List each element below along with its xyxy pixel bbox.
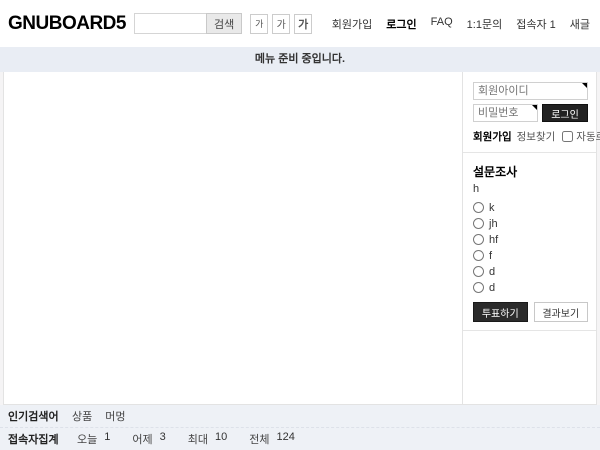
- visitor-stats-row: 접속자집계 오늘 1 어제 3 최대 10 전체 124: [0, 427, 600, 450]
- font-size-small-button[interactable]: 가: [250, 14, 268, 34]
- font-size-large-button[interactable]: 가: [294, 14, 312, 34]
- top-nav: 회원가입 로그인 FAQ 1:1문의 접속자 1 새글: [332, 16, 590, 32]
- stat-yesterday: 어제 3: [132, 431, 165, 447]
- nav-new-posts-link[interactable]: 새글: [570, 16, 590, 32]
- menu-placeholder-bar: 메뉴 준비 중입니다.: [0, 47, 600, 72]
- visitor-stats-title: 접속자집계: [8, 431, 68, 447]
- header-search: 검색: [134, 13, 242, 34]
- password-input[interactable]: [473, 104, 538, 122]
- popular-keywords-row: 인기검색어 상품 머멍: [0, 405, 600, 427]
- poll-question: h: [473, 183, 588, 195]
- stat-label: 최대: [188, 431, 208, 447]
- nav-faq-link[interactable]: FAQ: [431, 16, 453, 32]
- join-link[interactable]: 회원가입: [473, 129, 512, 144]
- poll-radio[interactable]: [473, 202, 484, 213]
- poll-title: 설문조사: [473, 163, 588, 180]
- site-logo[interactable]: GNUBOARD5: [8, 13, 126, 35]
- poll-buttons-row: 투표하기 결과보기: [473, 302, 588, 322]
- vote-button[interactable]: 투표하기: [473, 302, 528, 322]
- auto-login-wrap: 자동로그인: [562, 129, 600, 144]
- required-corner-icon: [532, 105, 537, 110]
- poll-radio[interactable]: [473, 266, 484, 277]
- search-input[interactable]: [134, 13, 206, 34]
- content-area: 로그인 회원가입 정보찾기 자동로그인 설문조사 h k jh: [3, 72, 597, 405]
- stat-label: 오늘: [77, 431, 97, 447]
- stat-today: 오늘 1: [77, 431, 110, 447]
- stat-max: 최대 10: [188, 431, 228, 447]
- poll-option-label: f: [489, 250, 492, 262]
- stat-value: 3: [160, 431, 166, 447]
- poll-option[interactable]: jh: [473, 216, 588, 231]
- nav-visitors-link[interactable]: 접속자 1: [516, 16, 556, 32]
- popular-keywords-title: 인기검색어: [8, 408, 68, 424]
- poll-radio[interactable]: [473, 250, 484, 261]
- nav-register-link[interactable]: 회원가입: [332, 16, 372, 32]
- password-field-wrap: [473, 104, 538, 122]
- search-button[interactable]: 검색: [206, 13, 242, 34]
- required-corner-icon: [582, 83, 587, 88]
- poll-option-label: hf: [489, 234, 498, 246]
- stat-total: 전체 124: [249, 431, 295, 447]
- font-size-medium-button[interactable]: 가: [272, 14, 290, 34]
- stat-label: 어제: [132, 431, 152, 447]
- poll-results-button[interactable]: 결과보기: [534, 302, 589, 322]
- poll-option[interactable]: d: [473, 264, 588, 279]
- poll-option[interactable]: k: [473, 200, 588, 215]
- popular-keywords-list: 상품 머멍: [72, 408, 126, 424]
- auto-login-label: 자동로그인: [576, 129, 600, 144]
- member-id-field-wrap: [473, 82, 588, 100]
- footer: 인기검색어 상품 머멍 접속자집계 오늘 1 어제 3 최대 10 전체 124: [0, 405, 600, 450]
- keyword-link[interactable]: 상품: [72, 408, 92, 424]
- password-row: 로그인: [473, 104, 588, 122]
- find-info-link[interactable]: 정보찾기: [517, 129, 556, 144]
- nav-login-link[interactable]: 로그인: [386, 16, 416, 32]
- poll-option[interactable]: f: [473, 248, 588, 263]
- visitor-stats-list: 오늘 1 어제 3 최대 10 전체 124: [77, 431, 295, 447]
- poll-option-label: d: [489, 282, 495, 294]
- poll-option[interactable]: hf: [473, 232, 588, 247]
- stat-label: 전체: [249, 431, 269, 447]
- member-id-input[interactable]: [473, 82, 588, 100]
- poll-option[interactable]: d: [473, 280, 588, 295]
- login-box: 로그인 회원가입 정보찾기 자동로그인: [463, 72, 596, 153]
- stat-value: 124: [277, 431, 295, 447]
- stat-value: 1: [104, 431, 110, 447]
- poll-radio[interactable]: [473, 234, 484, 245]
- poll-option-label: jh: [489, 218, 498, 230]
- auto-login-checkbox[interactable]: [562, 131, 573, 142]
- poll-option-label: d: [489, 266, 495, 278]
- poll-option-label: k: [489, 202, 495, 214]
- main-empty-area: [4, 72, 462, 404]
- keyword-link[interactable]: 머멍: [105, 408, 125, 424]
- stat-value: 10: [215, 431, 227, 447]
- site-header: GNUBOARD5 검색 가 가 가 회원가입 로그인 FAQ 1:1문의 접속…: [0, 0, 600, 47]
- font-size-controls: 가 가 가: [250, 14, 312, 34]
- login-button[interactable]: 로그인: [542, 104, 588, 122]
- login-links-row: 회원가입 정보찾기 자동로그인: [473, 129, 588, 144]
- poll-box: 설문조사 h k jh hf f d: [463, 153, 596, 331]
- poll-radio[interactable]: [473, 282, 484, 293]
- poll-radio[interactable]: [473, 218, 484, 229]
- sidebar: 로그인 회원가입 정보찾기 자동로그인 설문조사 h k jh: [462, 72, 596, 404]
- nav-qa-link[interactable]: 1:1문의: [467, 16, 503, 32]
